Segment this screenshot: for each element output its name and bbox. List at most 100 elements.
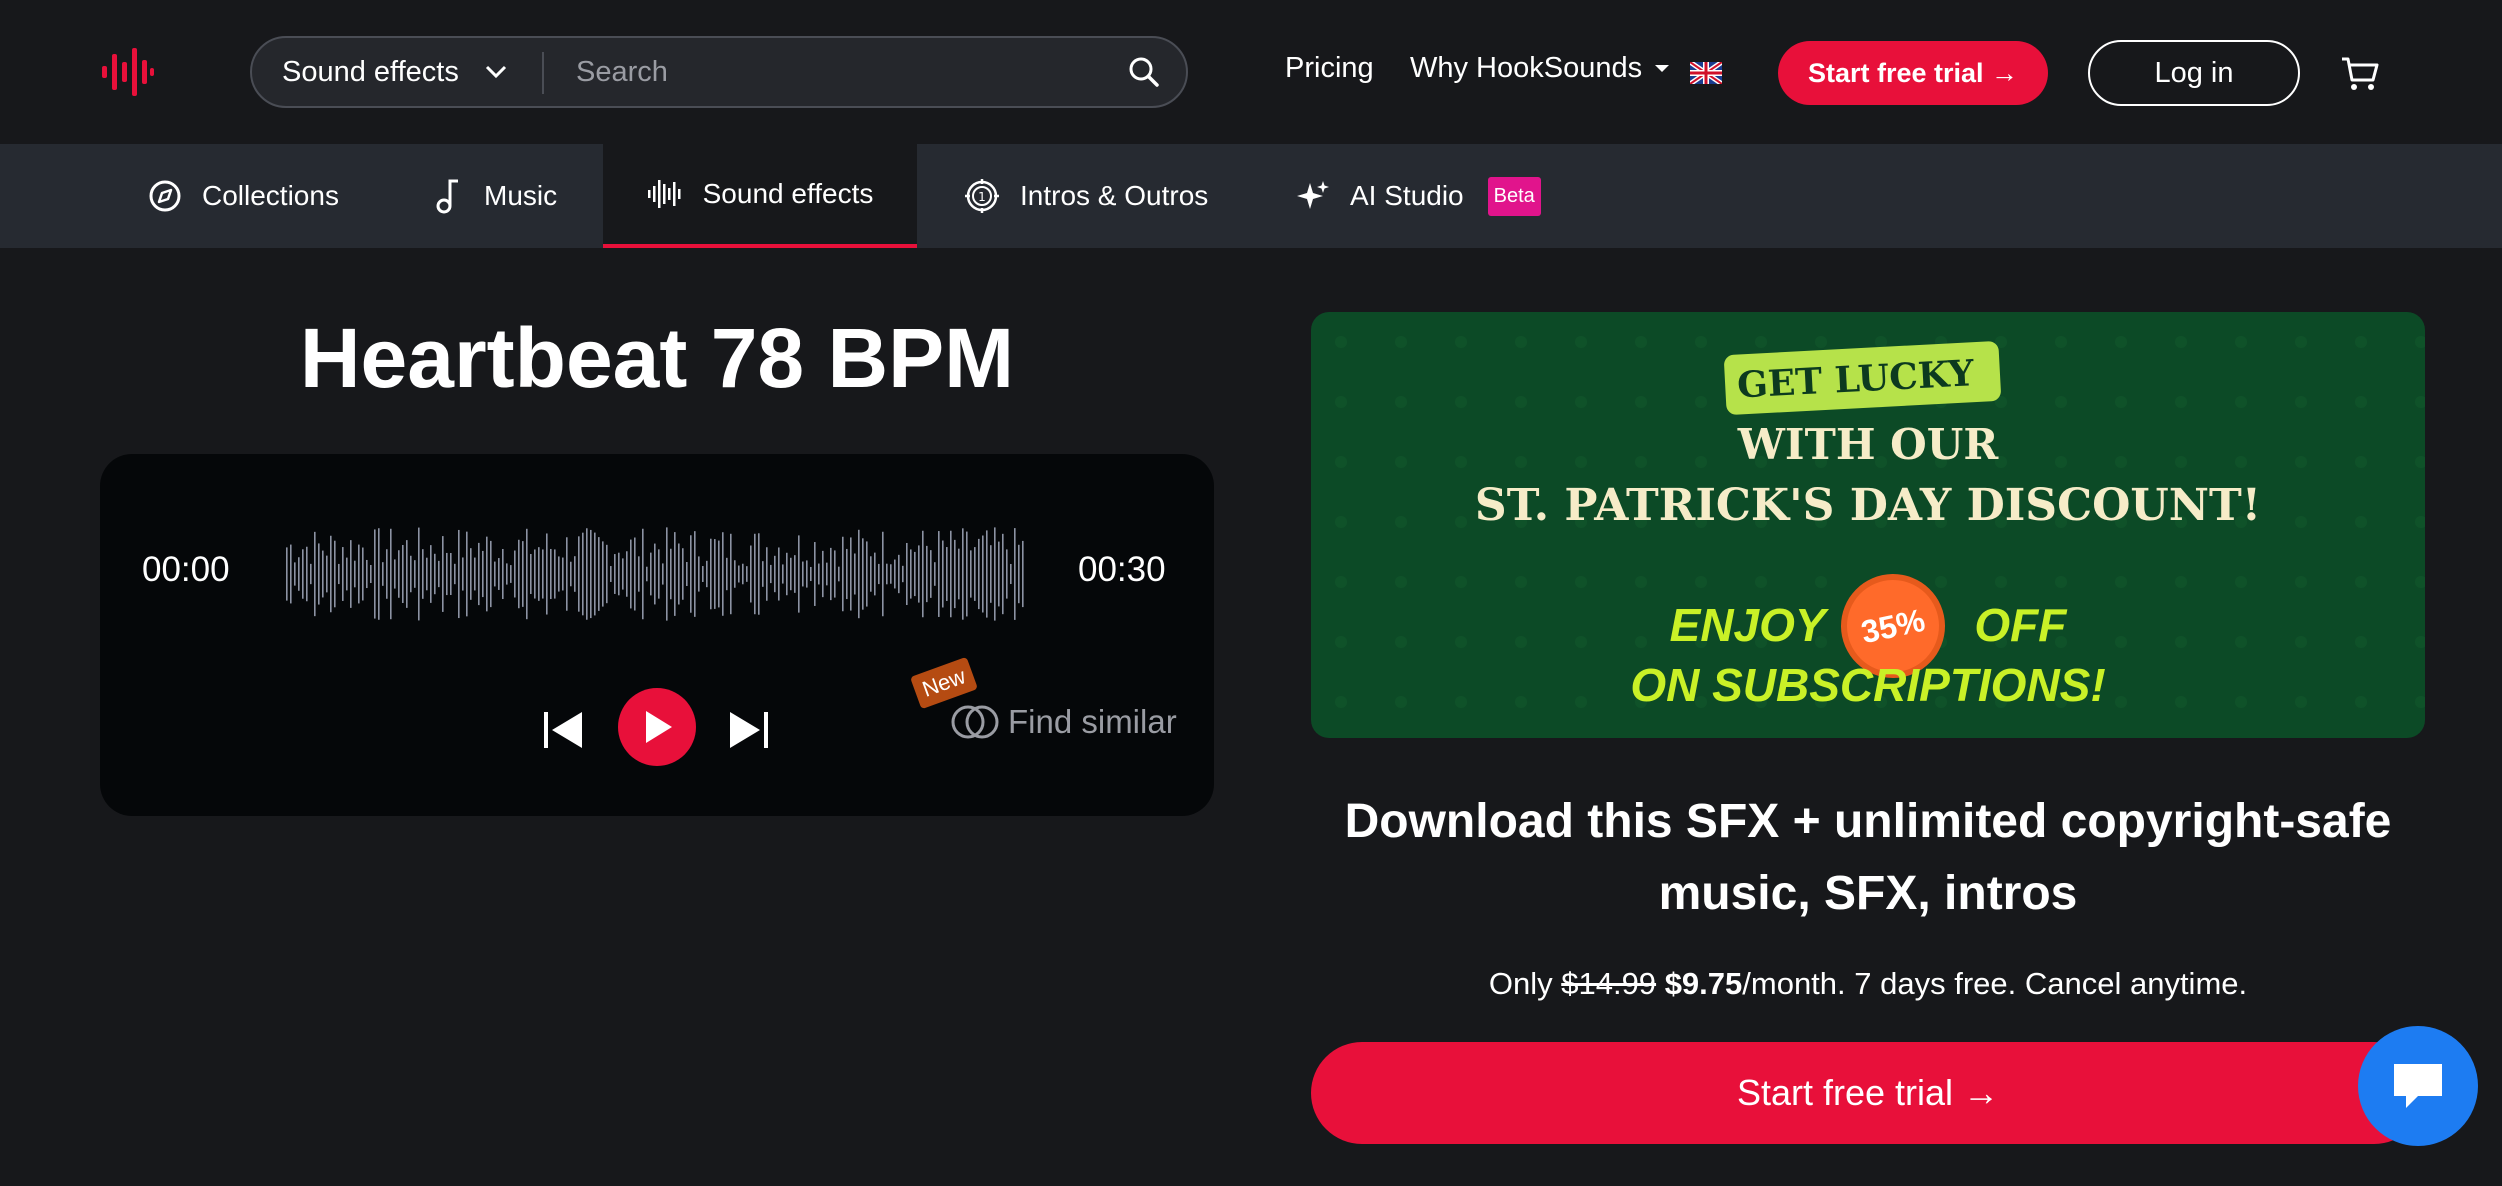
- waveform-bar: [562, 557, 564, 591]
- compass-icon: [149, 180, 181, 212]
- waveform-bar: [554, 549, 556, 599]
- nav-pricing-link[interactable]: Pricing: [1285, 52, 1374, 85]
- waveform-bar: [794, 555, 796, 593]
- tab-label: Collections: [202, 180, 339, 211]
- waveform-bar: [942, 540, 944, 608]
- start-trial-header-button[interactable]: Start free trial →: [1778, 41, 2048, 105]
- hooksounds-logo-icon[interactable]: [100, 44, 156, 100]
- waveform-bar: [522, 541, 524, 607]
- waveform-bar: [326, 555, 328, 593]
- nav-why-hooksounds-link[interactable]: Why HookSounds: [1410, 52, 1670, 85]
- waveform-bar: [946, 547, 948, 601]
- waveform-bar: [574, 556, 576, 592]
- waveform-bar: [850, 537, 852, 611]
- waveform-bar: [458, 529, 460, 619]
- waveform-bar: [1010, 563, 1012, 585]
- waveform-bar: [770, 564, 772, 584]
- waveform-bar: [438, 560, 440, 588]
- waveform-bar: [514, 550, 516, 598]
- waveform-bar: [862, 538, 864, 610]
- waveform-bar: [958, 548, 960, 600]
- search-category-dropdown[interactable]: Sound effects: [282, 38, 507, 106]
- waveform-bar: [1002, 533, 1004, 615]
- search-icon[interactable]: [1128, 56, 1160, 88]
- waveform-bar: [334, 540, 336, 608]
- waveform-bar: [982, 535, 984, 613]
- waveform-bar: [786, 552, 788, 596]
- start-trial-main-button[interactable]: Start free trial →: [1311, 1042, 2425, 1144]
- waveform-bar: [1014, 528, 1016, 620]
- waveform-bar: [1022, 540, 1024, 608]
- price-prefix: Only: [1488, 966, 1553, 1001]
- promo-line-3: ST. PATRICK'S DAY DISCOUNT!: [1474, 480, 2262, 531]
- waveform-bar: [826, 562, 828, 586]
- tab-ai-studio[interactable]: AI Studio Beta: [1296, 144, 1541, 248]
- waveform-bar: [694, 531, 696, 617]
- promo-banner[interactable]: Get Lucky WITH OUR ST. PATRICK'S DAY DIS…: [1311, 312, 2425, 738]
- waveform-bar: [330, 535, 332, 613]
- waveform-bar: [854, 553, 856, 595]
- waveform-bar: [446, 552, 448, 596]
- tab-collections[interactable]: Collections: [148, 144, 339, 248]
- search-input[interactable]: [576, 48, 1076, 96]
- waveform-bar: [666, 527, 668, 621]
- tab-music[interactable]: Music: [434, 144, 557, 248]
- waveform-bar: [910, 549, 912, 599]
- uk-flag-icon[interactable]: [1690, 62, 1722, 84]
- waveform-bar: [842, 536, 844, 612]
- waveform-bar: [914, 551, 916, 597]
- waveform-bar: [966, 531, 968, 617]
- play-icon: [646, 711, 672, 743]
- tab-sound-effects[interactable]: Sound effects: [603, 144, 917, 248]
- chat-button[interactable]: [2358, 1026, 2478, 1146]
- login-button[interactable]: Log in: [2088, 40, 2300, 106]
- waveform-bar: [290, 544, 292, 604]
- caret-down-icon: [1655, 65, 1670, 73]
- waveform-bar: [350, 540, 352, 608]
- waveform-bar: [962, 528, 964, 620]
- waveform-bar: [814, 542, 816, 606]
- tab-intros-outros[interactable]: 1 Intros & Outros: [964, 144, 1208, 248]
- waveform-bar: [518, 539, 520, 609]
- promo-line-5: ON SUBSCRIPTIONS!: [1630, 659, 2106, 711]
- search-divider: [542, 52, 544, 94]
- waveform-bar: [598, 537, 600, 611]
- waveform-bar: [714, 539, 716, 609]
- waveform-bar: [890, 564, 892, 584]
- waveform-bar: [454, 563, 456, 585]
- waveform-bar: [510, 565, 512, 583]
- play-button[interactable]: [618, 688, 696, 766]
- promo-off: OFF: [1974, 599, 2067, 651]
- page-title: Heartbeat 78 BPM: [299, 311, 1015, 405]
- tab-label: Music: [484, 180, 558, 211]
- waveform-bar: [802, 561, 804, 587]
- waveform-bar: [662, 563, 664, 585]
- waveform-bar: [938, 531, 940, 617]
- waveform-bar: [590, 529, 592, 619]
- skip-forward-icon[interactable]: [728, 710, 770, 750]
- waveform[interactable]: [286, 524, 1026, 624]
- skip-back-icon[interactable]: [542, 710, 584, 750]
- waveform-bar: [734, 560, 736, 588]
- find-similar-button[interactable]: Find similar: [950, 702, 1177, 742]
- waveform-bar: [934, 562, 936, 586]
- waveform-bar: [610, 566, 612, 582]
- waveform-bar: [622, 558, 624, 590]
- duration-time: 00:30: [1078, 550, 1166, 589]
- waveform-bar: [654, 543, 656, 605]
- waveform-bar: [926, 545, 928, 603]
- waveform-bar: [646, 566, 648, 582]
- tab-label: Sound effects: [702, 178, 874, 209]
- waveform-bar: [974, 547, 976, 601]
- waveform-bar: [922, 530, 924, 618]
- cart-icon[interactable]: [2340, 56, 2380, 92]
- waveform-bar: [470, 548, 472, 600]
- waveform-bar: [318, 543, 320, 605]
- waveform-bar: [362, 547, 364, 601]
- chat-bubble-icon: [2394, 1064, 2442, 1108]
- waveform-bar: [674, 532, 676, 616]
- waveform-bar: [1006, 549, 1008, 599]
- waveform-bar: [834, 550, 836, 598]
- waveform-bar: [782, 564, 784, 584]
- waveform-bar: [418, 527, 420, 621]
